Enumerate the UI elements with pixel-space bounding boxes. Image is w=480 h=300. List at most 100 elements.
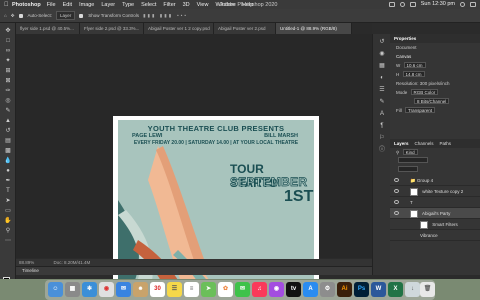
tab-flyer-side-1[interactable]: flyer side 1.psd @ 40.5%...: [16, 23, 80, 34]
menu-3d[interactable]: 3D: [183, 2, 190, 8]
character-icon[interactable]: A: [378, 110, 386, 118]
stamp-tool-icon[interactable]: ▲: [4, 117, 12, 125]
type-tool-icon[interactable]: T: [4, 187, 12, 195]
brush-settings-icon[interactable]: ✎: [378, 98, 386, 106]
move-tool-icon[interactable]: ✥: [11, 13, 15, 19]
zoom-tool-icon[interactable]: ⚲: [4, 227, 12, 235]
align-icons[interactable]: ▮▮▮ ▮▮▮: [143, 13, 173, 19]
photoshop-icon[interactable]: Ps: [354, 282, 369, 297]
width-field[interactable]: 10.6 cm: [403, 62, 426, 68]
marquee-tool-icon[interactable]: □: [4, 37, 12, 45]
filter-search-icon[interactable]: ⚲: [396, 150, 399, 155]
trash-icon[interactable]: 🗑: [420, 282, 435, 297]
frame-tool-icon[interactable]: ⊠: [4, 77, 12, 85]
eye-icon[interactable]: [394, 189, 399, 193]
screen-icon[interactable]: [388, 1, 395, 7]
menu-layer[interactable]: Layer: [101, 2, 115, 8]
wifi-icon[interactable]: [399, 1, 405, 7]
layer-row[interactable]: Abigail's Party: [390, 208, 480, 219]
tab-abigail-poster-copy[interactable]: Abigail Poster ver 1 2 copy.psd: [144, 23, 214, 34]
eye-icon[interactable]: [394, 200, 399, 204]
swatches-icon[interactable]: ▦: [378, 62, 386, 70]
lasso-tool-icon[interactable]: ∞: [4, 47, 12, 55]
downloads-icon[interactable]: ↓: [405, 282, 420, 297]
canvas-section-title[interactable]: Canvas: [390, 52, 480, 61]
search-icon[interactable]: [460, 1, 465, 7]
glyphs-icon[interactable]: ⚐: [378, 134, 386, 142]
canvas-area[interactable]: YOUTH THEATRE CLUB PRESENTS PAGE LEWI BI…: [16, 34, 372, 296]
auto-select-dropdown[interactable]: Layer: [56, 11, 76, 20]
tab-flyer-side-2[interactable]: Flyer side 2.psd @ 33.3%...: [80, 23, 144, 34]
blend-mode-dropdown[interactable]: [398, 157, 428, 163]
layer-row[interactable]: Vibrance: [390, 230, 480, 241]
tab-untitled-1[interactable]: Untitled-1 @ 88.9% (RGB/8): [276, 23, 352, 34]
history-icon[interactable]: ↺: [378, 38, 386, 46]
move-tool-icon[interactable]: ✥: [4, 27, 12, 35]
home-icon[interactable]: ⌂: [4, 13, 7, 18]
height-field[interactable]: 14.8 cm: [402, 71, 425, 77]
crop-tool-icon[interactable]: ⊞: [4, 67, 12, 75]
adjustments-icon[interactable]: ◐: [378, 74, 386, 82]
menu-edit[interactable]: Edit: [63, 2, 72, 8]
dodge-tool-icon[interactable]: ●: [4, 167, 12, 175]
menu-image[interactable]: Image: [79, 2, 94, 8]
safari-icon[interactable]: ✻: [82, 282, 97, 297]
notes-icon[interactable]: ☰: [167, 282, 182, 297]
gradient-tool-icon[interactable]: ▩: [4, 147, 12, 155]
menu-select[interactable]: Select: [141, 2, 156, 8]
app-menu[interactable]: Photoshop: [12, 2, 41, 8]
blur-tool-icon[interactable]: 💧: [4, 157, 12, 165]
finder-icon[interactable]: ☺: [48, 282, 63, 297]
eye-icon[interactable]: [394, 178, 399, 182]
kind-dropdown[interactable]: Kind: [402, 149, 418, 155]
fill-dropdown[interactable]: Transparent: [405, 107, 436, 113]
color-icon[interactable]: ◉: [378, 50, 386, 58]
reminders-icon[interactable]: ≡: [184, 282, 199, 297]
layer-row[interactable]: white Texture copy 2: [390, 186, 480, 197]
layer-row[interactable]: 📁 Group 4: [390, 175, 480, 186]
tab-abigail-poster-2[interactable]: Abigail Poster ver 2.psd: [214, 23, 276, 34]
bits-dropdown[interactable]: 8 Bits/Channel: [414, 98, 450, 104]
menu-type[interactable]: Type: [122, 2, 134, 8]
eyedropper-tool-icon[interactable]: ✑: [4, 87, 12, 95]
brush-tool-icon[interactable]: ✎: [4, 107, 12, 115]
history-brush-tool-icon[interactable]: ↺: [4, 127, 12, 135]
mail-icon[interactable]: ✉: [116, 282, 131, 297]
chrome-icon[interactable]: ◉: [99, 282, 114, 297]
healing-brush-tool-icon[interactable]: ◎: [4, 97, 12, 105]
tab-properties[interactable]: Properties: [394, 34, 416, 43]
contacts-icon[interactable]: ☻: [133, 282, 148, 297]
eraser-tool-icon[interactable]: ▤: [4, 137, 12, 145]
tab-paths[interactable]: Paths: [440, 139, 452, 148]
tab-layers[interactable]: Layers: [394, 139, 409, 148]
menu-view[interactable]: View: [197, 2, 209, 8]
quick-select-tool-icon[interactable]: ✦: [4, 57, 12, 65]
layer-row[interactable]: T: [390, 197, 480, 208]
eye-icon[interactable]: [394, 211, 399, 215]
illustrator-icon[interactable]: Ai: [337, 282, 352, 297]
more-tools-icon[interactable]: ⋯: [4, 237, 12, 245]
paragraph-icon[interactable]: ¶: [378, 122, 386, 130]
calendar-icon[interactable]: 30: [150, 282, 165, 297]
messages-icon[interactable]: ✉: [235, 282, 250, 297]
menu-filter[interactable]: Filter: [163, 2, 175, 8]
shape-tool-icon[interactable]: ▭: [4, 207, 12, 215]
timeline-panel[interactable]: Timeline: [16, 266, 372, 275]
tv-icon[interactable]: tv: [286, 282, 301, 297]
maps-icon[interactable]: ➤: [201, 282, 216, 297]
music-icon[interactable]: ♫: [252, 282, 267, 297]
excel-icon[interactable]: X: [388, 282, 403, 297]
system-preferences-icon[interactable]: ⚙: [320, 282, 335, 297]
transform-controls-checkbox[interactable]: [79, 13, 84, 18]
app-store-icon[interactable]: A: [303, 282, 318, 297]
libraries-icon[interactable]: ☰: [378, 86, 386, 94]
control-center-icon[interactable]: [470, 1, 476, 7]
menu-file[interactable]: File: [47, 2, 56, 8]
auto-select-checkbox[interactable]: [18, 13, 23, 18]
zoom-level[interactable]: 88.89%: [19, 260, 34, 265]
layer-row[interactable]: Smart Filters: [390, 219, 480, 230]
word-icon[interactable]: W: [371, 282, 386, 297]
clock[interactable]: Sun 12:30 pm: [421, 1, 455, 7]
pen-tool-icon[interactable]: ✒: [4, 177, 12, 185]
apple-menu-icon[interactable]: : [4, 2, 12, 8]
